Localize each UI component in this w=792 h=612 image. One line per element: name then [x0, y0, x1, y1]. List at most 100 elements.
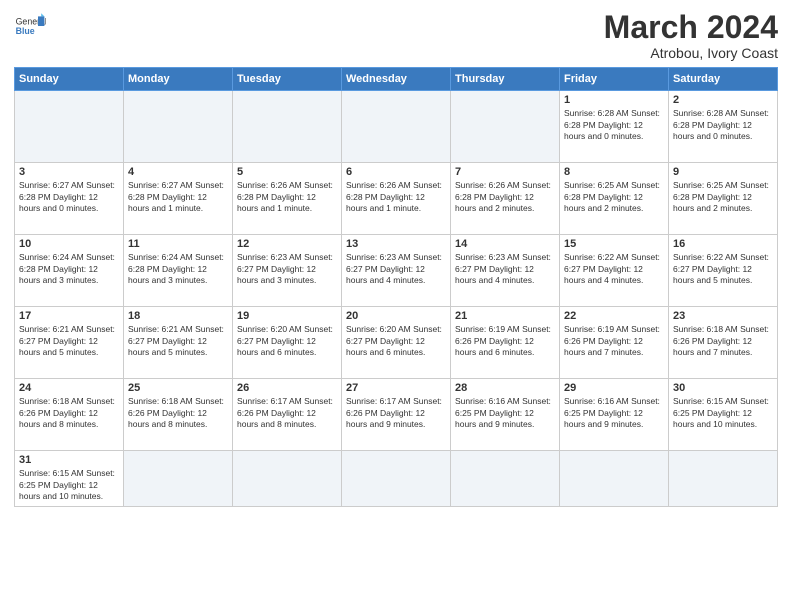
day-cell [451, 91, 560, 163]
week-row-1: 1 Sunrise: 6:28 AM Sunset: 6:28 PM Daylig… [15, 91, 778, 163]
day-info: Sunrise: 6:15 AM Sunset: 6:25 PM Dayligh… [19, 468, 119, 502]
day-number: 11 [128, 238, 228, 250]
day-info: Sunrise: 6:22 AM Sunset: 6:27 PM Dayligh… [564, 252, 664, 286]
day-cell: 23 Sunrise: 6:18 AM Sunset: 6:26 PM Dayli… [669, 307, 778, 379]
col-tuesday: Tuesday [233, 68, 342, 91]
day-number: 4 [128, 166, 228, 178]
col-wednesday: Wednesday [342, 68, 451, 91]
day-number: 10 [19, 238, 119, 250]
day-info: Sunrise: 6:26 AM Sunset: 6:28 PM Dayligh… [346, 180, 446, 214]
day-number: 15 [564, 238, 664, 250]
day-cell: 13 Sunrise: 6:23 AM Sunset: 6:27 PM Dayli… [342, 235, 451, 307]
day-cell: 10Sunrise: 6:24 AM Sunset: 6:28 PM Dayli… [15, 235, 124, 307]
day-cell: 8Sunrise: 6:25 AM Sunset: 6:28 PM Daylig… [560, 163, 669, 235]
day-cell [451, 451, 560, 507]
day-cell [124, 91, 233, 163]
day-cell [15, 91, 124, 163]
day-cell [342, 451, 451, 507]
day-info: Sunrise: 6:15 AM Sunset: 6:25 PM Dayligh… [673, 396, 773, 430]
week-row-6: 31 Sunrise: 6:15 AM Sunset: 6:25 PM Dayli… [15, 451, 778, 507]
calendar-subtitle: Atrobou, Ivory Coast [604, 45, 778, 61]
day-info: Sunrise: 6:18 AM Sunset: 6:26 PM Dayligh… [19, 396, 119, 430]
day-number: 1 [564, 94, 664, 106]
day-cell: 21Sunrise: 6:19 AM Sunset: 6:26 PM Dayli… [451, 307, 560, 379]
day-cell: 11 Sunrise: 6:24 AM Sunset: 6:28 PM Dayli… [124, 235, 233, 307]
day-number: 29 [564, 382, 664, 394]
day-info: Sunrise: 6:28 AM Sunset: 6:28 PM Dayligh… [673, 108, 773, 142]
day-cell: 24 Sunrise: 6:18 AM Sunset: 6:26 PM Dayli… [15, 379, 124, 451]
day-number: 13 [346, 238, 446, 250]
week-row-3: 10 Sunrise: 6:24 AM Sunset: 6:28 PM Dayli… [15, 235, 778, 307]
day-cell [560, 451, 669, 507]
day-info: Sunrise: 6:20 AM Sunset: 6:27 PM Dayligh… [346, 324, 446, 358]
day-number: 25 [128, 382, 228, 394]
day-cell: 30Sunrise: 6:15 AM Sunset: 6:25 PM Dayli… [669, 379, 778, 451]
day-cell: 20 Sunrise: 6:20 AM Sunset: 6:27 PM Dayli… [342, 307, 451, 379]
day-info: Sunrise: 6:23 AM Sunset: 6:27 PM Dayligh… [237, 252, 337, 286]
day-number: 26 [237, 382, 337, 394]
day-info: Sunrise: 6:17 AM Sunset: 6:26 PM Dayligh… [346, 396, 446, 430]
day-info: Sunrise: 6:27 AM Sunset: 6:28 PM Dayligh… [128, 180, 228, 214]
svg-text:Blue: Blue [16, 26, 35, 36]
day-number: 31 [19, 454, 119, 466]
day-cell: 15 Sunrise: 6:22 AM Sunset: 6:27 PM Dayli… [560, 235, 669, 307]
day-info: Sunrise: 6:23 AM Sunset: 6:27 PM Dayligh… [455, 252, 555, 286]
day-cell [233, 91, 342, 163]
day-number: 18 [128, 310, 228, 322]
day-cell [233, 451, 342, 507]
day-cell: 28 Sunrise: 6:16 AM Sunset: 6:25 PM Dayli… [451, 379, 560, 451]
day-number: 8 [564, 166, 664, 178]
calendar-table: Sunday Monday Tuesday Wednesday Thursday… [14, 67, 778, 507]
day-info: Sunrise: 6:16 AM Sunset: 6:25 PM Dayligh… [455, 396, 555, 430]
day-number: 16 [673, 238, 773, 250]
day-info: Sunrise: 6:23 AM Sunset: 6:27 PM Dayligh… [346, 252, 446, 286]
col-friday: Friday [560, 68, 669, 91]
header-row: Sunday Monday Tuesday Wednesday Thursday… [15, 68, 778, 91]
day-cell: 31 Sunrise: 6:15 AM Sunset: 6:25 PM Dayli… [15, 451, 124, 507]
day-info: Sunrise: 6:18 AM Sunset: 6:26 PM Dayligh… [673, 324, 773, 358]
day-info: Sunrise: 6:18 AM Sunset: 6:26 PM Dayligh… [128, 396, 228, 430]
day-number: 23 [673, 310, 773, 322]
day-number: 27 [346, 382, 446, 394]
day-cell: 2Sunrise: 6:28 AM Sunset: 6:28 PM Daylig… [669, 91, 778, 163]
day-info: Sunrise: 6:24 AM Sunset: 6:28 PM Dayligh… [128, 252, 228, 286]
day-number: 22 [564, 310, 664, 322]
day-info: Sunrise: 6:27 AM Sunset: 6:28 PM Dayligh… [19, 180, 119, 214]
logo: General Blue [14, 10, 46, 42]
day-info: Sunrise: 6:21 AM Sunset: 6:27 PM Dayligh… [128, 324, 228, 358]
day-number: 7 [455, 166, 555, 178]
day-number: 24 [19, 382, 119, 394]
day-cell: 26 Sunrise: 6:17 AM Sunset: 6:26 PM Dayli… [233, 379, 342, 451]
calendar-title: March 2024 [604, 10, 778, 45]
col-saturday: Saturday [669, 68, 778, 91]
day-info: Sunrise: 6:20 AM Sunset: 6:27 PM Dayligh… [237, 324, 337, 358]
day-number: 20 [346, 310, 446, 322]
day-cell: 19Sunrise: 6:20 AM Sunset: 6:27 PM Dayli… [233, 307, 342, 379]
title-area: March 2024 Atrobou, Ivory Coast [604, 10, 778, 61]
day-cell [124, 451, 233, 507]
day-cell: 7Sunrise: 6:26 AM Sunset: 6:28 PM Daylig… [451, 163, 560, 235]
day-cell: 9Sunrise: 6:25 AM Sunset: 6:28 PM Daylig… [669, 163, 778, 235]
day-info: Sunrise: 6:22 AM Sunset: 6:27 PM Dayligh… [673, 252, 773, 286]
day-cell: 4 Sunrise: 6:27 AM Sunset: 6:28 PM Daylig… [124, 163, 233, 235]
day-number: 5 [237, 166, 337, 178]
day-cell: 5Sunrise: 6:26 AM Sunset: 6:28 PM Daylig… [233, 163, 342, 235]
day-cell: 17Sunrise: 6:21 AM Sunset: 6:27 PM Dayli… [15, 307, 124, 379]
day-number: 14 [455, 238, 555, 250]
logo-icon: General Blue [14, 10, 46, 42]
day-cell: 29Sunrise: 6:16 AM Sunset: 6:25 PM Dayli… [560, 379, 669, 451]
day-number: 12 [237, 238, 337, 250]
day-info: Sunrise: 6:19 AM Sunset: 6:26 PM Dayligh… [564, 324, 664, 358]
day-cell: 16 Sunrise: 6:22 AM Sunset: 6:27 PM Dayli… [669, 235, 778, 307]
week-row-4: 17Sunrise: 6:21 AM Sunset: 6:27 PM Dayli… [15, 307, 778, 379]
day-number: 28 [455, 382, 555, 394]
col-sunday: Sunday [15, 68, 124, 91]
day-cell: 1Sunrise: 6:28 AM Sunset: 6:28 PM Daylig… [560, 91, 669, 163]
day-cell: 25 Sunrise: 6:18 AM Sunset: 6:26 PM Dayli… [124, 379, 233, 451]
col-thursday: Thursday [451, 68, 560, 91]
day-number: 9 [673, 166, 773, 178]
day-info: Sunrise: 6:17 AM Sunset: 6:26 PM Dayligh… [237, 396, 337, 430]
day-cell: 12 Sunrise: 6:23 AM Sunset: 6:27 PM Dayli… [233, 235, 342, 307]
header: General Blue March 2024 Atrobou, Ivory C… [14, 10, 778, 61]
day-cell: 22 Sunrise: 6:19 AM Sunset: 6:26 PM Dayli… [560, 307, 669, 379]
